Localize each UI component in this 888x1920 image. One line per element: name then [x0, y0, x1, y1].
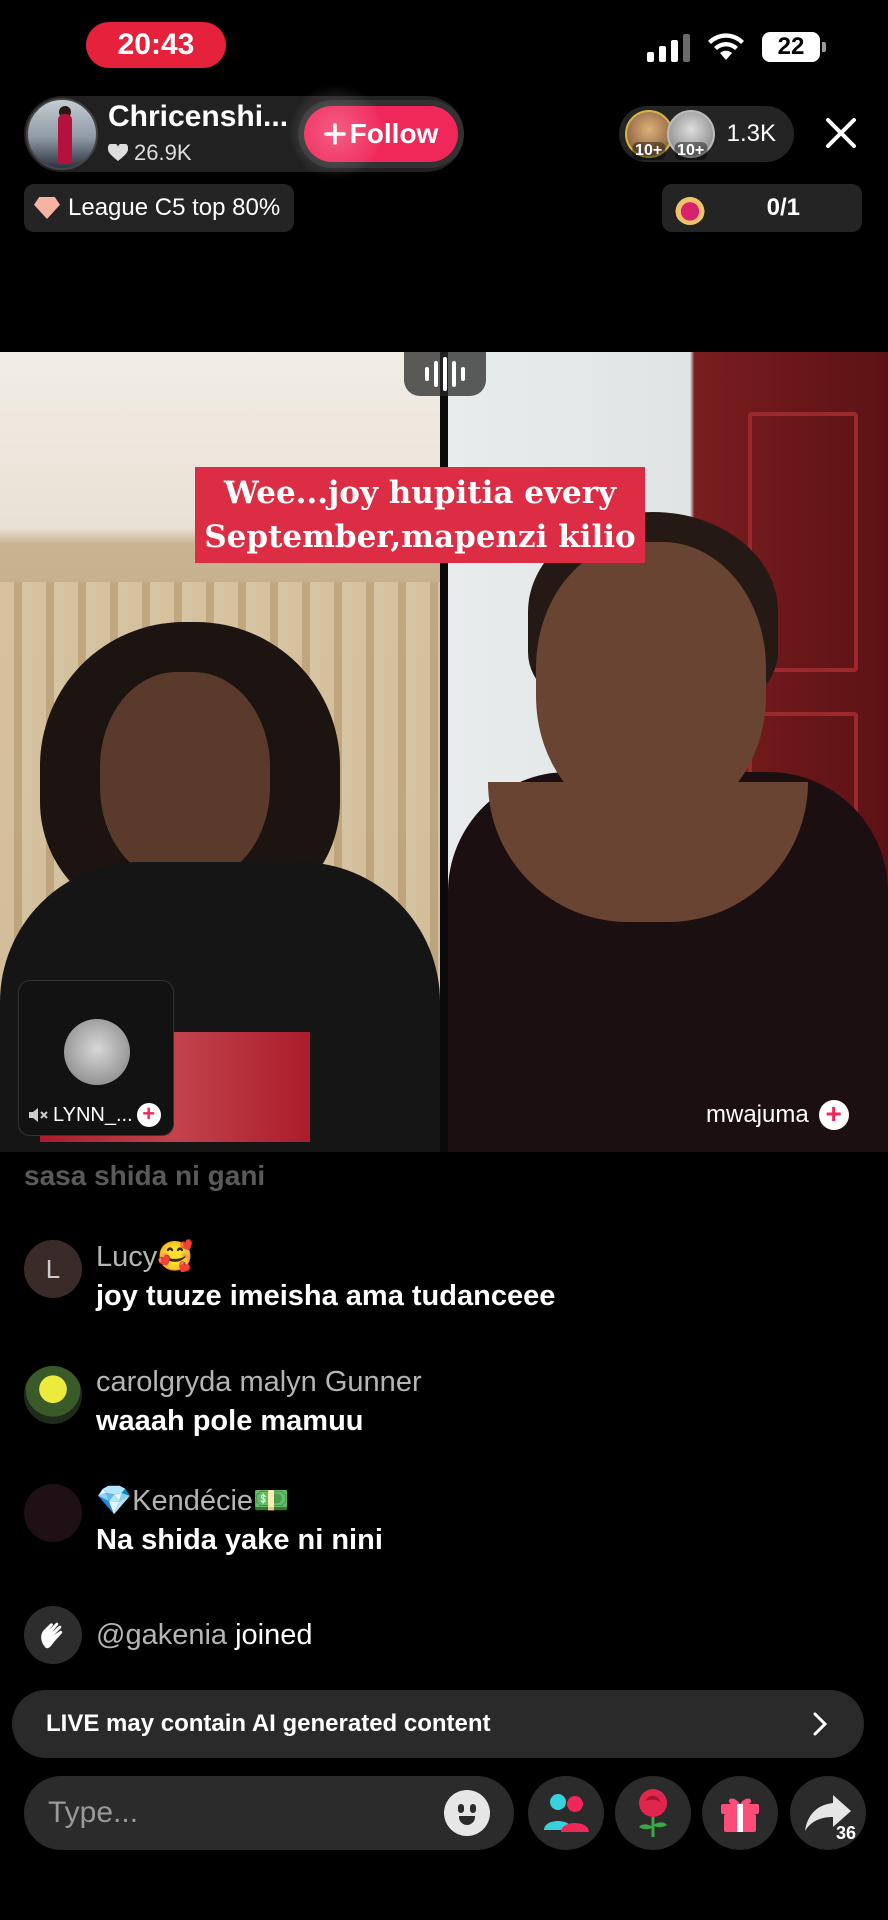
top-viewers[interactable]: 10+ 10+ 1.3K: [618, 106, 794, 162]
guest-request-button[interactable]: [528, 1776, 604, 1850]
cellular-signal-icon: [647, 32, 690, 62]
guest-name: LYNN_...: [53, 1103, 133, 1126]
commenter-avatar[interactable]: [24, 1484, 82, 1542]
goal-progress: 0/1: [766, 194, 800, 221]
league-badge[interactable]: League C5 top 80%: [24, 184, 295, 232]
audio-wave-icon[interactable]: [404, 352, 486, 396]
guest-label: LYNN_... +: [27, 1103, 161, 1127]
host-likes: 26.9K: [108, 140, 192, 166]
guest-card[interactable]: LYNN_... +: [18, 980, 174, 1136]
wifi-icon: [708, 33, 744, 60]
gift-goal-icon: [674, 191, 706, 225]
viewer-avatar[interactable]: 10+: [666, 110, 715, 160]
follow-cohost-plus-icon[interactable]: +: [818, 1100, 849, 1130]
muted-icon: [29, 1108, 48, 1122]
cohost-name: mwajuma: [706, 1101, 809, 1128]
host-avatar[interactable]: [26, 98, 98, 170]
viewer-count: 1.3K: [726, 120, 776, 147]
stream-caption: Wee...joy hupitia every September,mapenz…: [195, 467, 645, 563]
battery-level: 22: [762, 32, 820, 62]
host-name[interactable]: Chricenshi...: [108, 100, 288, 134]
comment-input[interactable]: [48, 1796, 444, 1830]
joined-text: joined: [235, 1618, 313, 1651]
comment-text: joy tuuze imeisha ama tudanceee: [96, 1280, 556, 1312]
diamond-icon: [34, 197, 60, 219]
join-notice: @gakenia joined: [24, 1606, 313, 1664]
viewer-avatar[interactable]: 10+: [624, 110, 673, 160]
close-icon[interactable]: [818, 110, 864, 156]
emoji-icon[interactable]: [444, 1790, 490, 1836]
wave-hand-icon: [24, 1606, 82, 1664]
commenter-avatar[interactable]: [24, 1366, 82, 1424]
commenter-avatar[interactable]: L: [24, 1240, 82, 1298]
status-indicators: 22: [647, 32, 826, 62]
commenter-name[interactable]: Lucy🥰: [96, 1240, 555, 1274]
commenter-name[interactable]: 💎Kendécie💵: [96, 1484, 383, 1518]
share-button[interactable]: 36: [790, 1776, 866, 1850]
share-count: 36: [835, 1823, 856, 1843]
heart-icon: [108, 144, 128, 161]
battery-icon: 22: [762, 32, 826, 62]
rose-icon: [639, 1789, 667, 1837]
comment-item[interactable]: L Lucy🥰 joy tuuze imeisha ama tudanceee: [24, 1240, 555, 1313]
commenter-name[interactable]: carolgryda malyn Gunner: [96, 1366, 422, 1399]
tap-highlight: [288, 84, 384, 180]
goal-widget[interactable]: 0/1: [662, 184, 862, 232]
faded-comment: sasa shida ni gani: [24, 1160, 266, 1191]
rose-gift-button[interactable]: [615, 1776, 691, 1850]
league-label: League C5 top 80%: [68, 194, 281, 221]
guest-avatar[interactable]: [64, 1019, 130, 1085]
disclaimer-text: LIVE may contain AI generated content: [46, 1710, 491, 1737]
gift-icon: [721, 1798, 759, 1832]
joined-username[interactable]: @gakenia: [96, 1619, 227, 1651]
comment-input-box[interactable]: [24, 1776, 514, 1850]
people-icon: [544, 1794, 589, 1832]
comment-item[interactable]: carolgryda malyn Gunner waaah pole mamuu: [24, 1366, 422, 1438]
comment-item[interactable]: 💎Kendécie💵 Na shida yake ni nini: [24, 1484, 383, 1557]
follow-guest-plus-icon[interactable]: +: [136, 1103, 161, 1127]
host-likes-count: 26.9K: [134, 140, 192, 165]
caption-line-1: Wee...joy hupitia every: [223, 475, 617, 511]
caption-line-2: September,mapenzi kilio: [204, 519, 636, 555]
ai-content-disclaimer[interactable]: LIVE may contain AI generated content: [12, 1690, 864, 1758]
cohost-label: mwajuma +: [706, 1100, 849, 1130]
gift-button[interactable]: [702, 1776, 778, 1850]
status-time: 20:43: [86, 22, 226, 68]
comment-text: waaah pole mamuu: [96, 1405, 364, 1437]
chevron-right-icon: [813, 1712, 828, 1736]
comment-text: Na shida yake ni nini: [96, 1524, 383, 1556]
